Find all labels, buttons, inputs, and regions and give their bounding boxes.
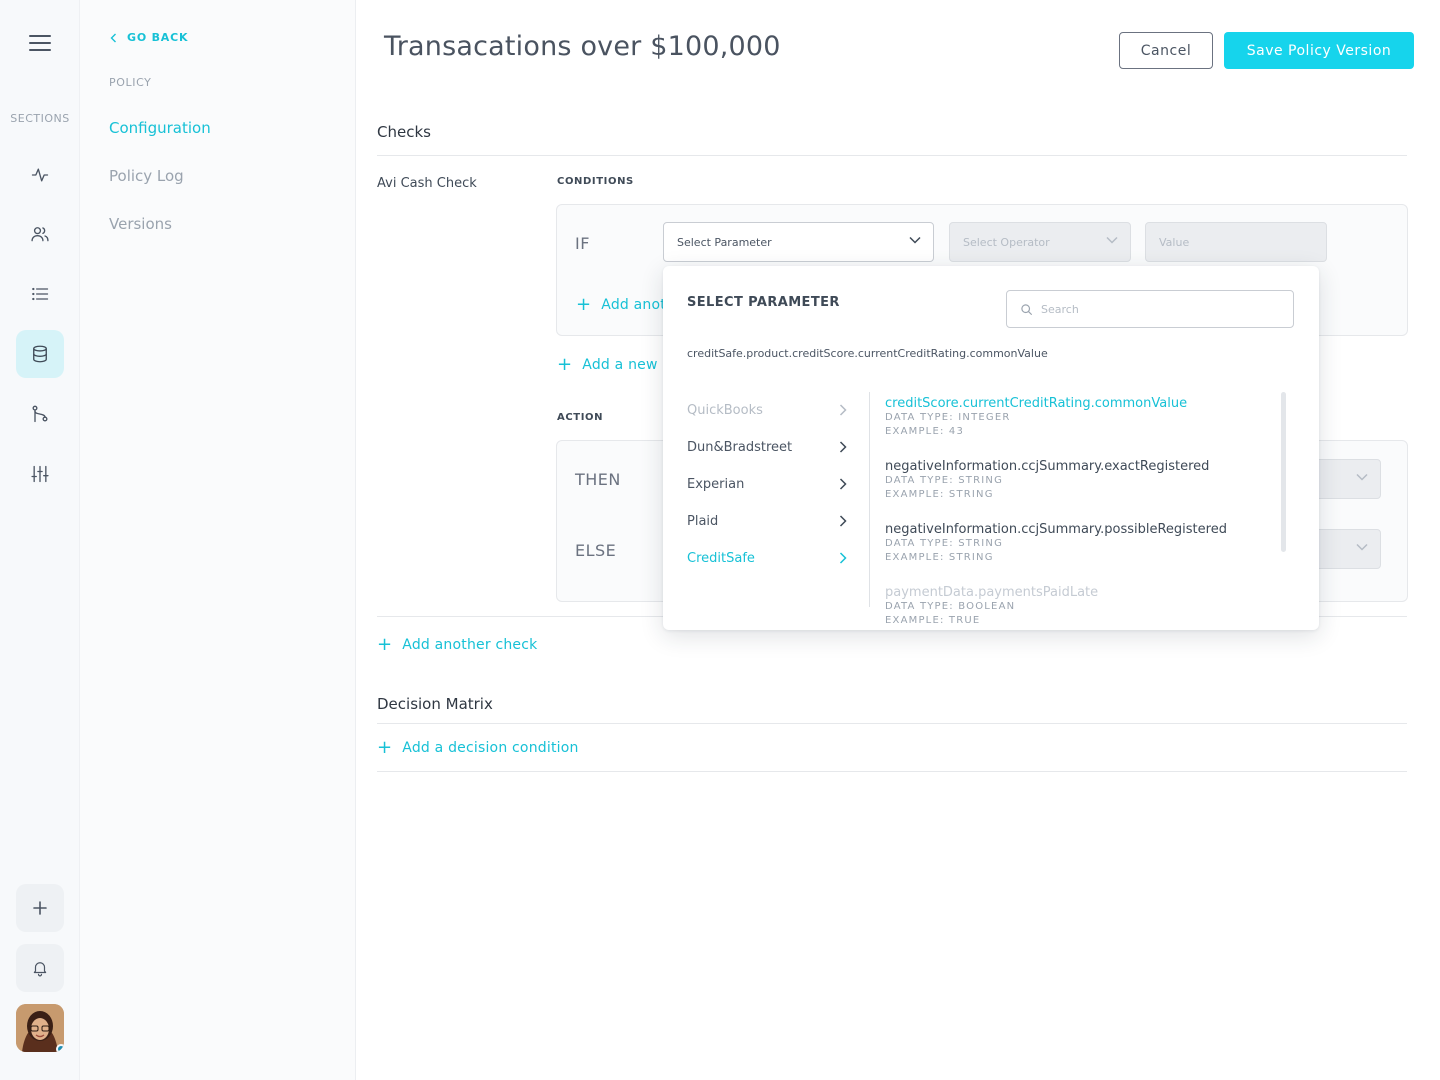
else-keyword: ELSE <box>575 541 617 560</box>
sidebar-item-versions[interactable]: Versions <box>109 215 172 233</box>
avatar[interactable] <box>16 1004 64 1052</box>
provider-list: QuickBooks Dun&Bradstreet Experian Plaid… <box>687 392 857 577</box>
checks-section-title: Checks <box>377 123 431 141</box>
go-back-label: GO BACK <box>127 31 189 44</box>
chevron-right-icon <box>839 515 847 527</box>
plus-icon: + <box>557 354 573 375</box>
add-button[interactable] <box>16 884 64 932</box>
provider-label: CreditSafe <box>687 551 755 566</box>
icon-rail: SECTIONS <box>0 0 80 1080</box>
parameter-list: creditScore.currentCreditRating.commonVa… <box>885 396 1275 630</box>
go-back-link[interactable]: GO BACK <box>110 31 188 44</box>
plus-icon: + <box>377 737 393 758</box>
menu-icon[interactable] <box>29 35 51 53</box>
chevron-right-icon <box>839 552 847 564</box>
parameter-item[interactable]: paymentData.paymentsPaidLate DATA TYPE: … <box>885 585 1275 630</box>
chevron-down-icon <box>1356 473 1368 481</box>
value-placeholder: Value <box>1159 235 1190 249</box>
add-another-condition-label: Add anot <box>601 297 666 313</box>
if-keyword: IF <box>575 234 590 253</box>
parameter-name: negativeInformation.ccjSummary.possibleR… <box>885 522 1227 537</box>
provider-item-experian[interactable]: Experian <box>687 466 857 503</box>
parameter-item[interactable]: negativeInformation.ccjSummary.exactRegi… <box>885 459 1275 522</box>
bell-icon[interactable] <box>16 944 64 992</box>
activity-icon[interactable] <box>16 151 64 199</box>
popover-title: SELECT PARAMETER <box>687 295 840 310</box>
provider-label: Experian <box>687 477 745 492</box>
chevron-right-icon <box>839 404 847 416</box>
database-icon[interactable] <box>16 330 64 378</box>
parameter-search-field[interactable] <box>1006 290 1294 328</box>
then-keyword: THEN <box>575 470 621 489</box>
value-input[interactable]: Value <box>1145 222 1327 262</box>
parameter-data-type: DATA TYPE: STRING <box>885 538 1004 549</box>
provider-label: Plaid <box>687 514 719 529</box>
select-operator-label: Select Operator <box>963 235 1050 249</box>
divider <box>377 155 1407 156</box>
chevron-left-icon <box>110 33 116 42</box>
sections-label: SECTIONS <box>10 112 70 125</box>
add-new-condition-group-label: Add a new c <box>582 357 671 373</box>
plus-icon: + <box>377 634 393 655</box>
chevron-right-icon <box>839 478 847 490</box>
plus-icon: + <box>576 294 592 315</box>
provider-label: QuickBooks <box>687 403 763 418</box>
add-another-check-link[interactable]: + Add another check <box>377 636 537 654</box>
search-input[interactable] <box>1041 302 1271 316</box>
parameter-example: EXAMPLE: TRUE <box>885 615 981 626</box>
list-icon[interactable] <box>16 270 64 318</box>
policy-label: POLICY <box>109 76 152 89</box>
provider-item-plaid[interactable]: Plaid <box>687 503 857 540</box>
decision-matrix-title: Decision Matrix <box>377 695 493 713</box>
column-divider <box>869 392 870 607</box>
provider-item-creditsafe[interactable]: CreditSafe <box>687 540 857 577</box>
add-another-check-label: Add another check <box>402 637 538 653</box>
provider-label: Dun&Bradstreet <box>687 440 793 455</box>
chevron-down-icon <box>909 236 921 244</box>
search-icon <box>1021 303 1032 315</box>
select-parameter-popover: SELECT PARAMETER creditSafe.product.cred… <box>663 266 1319 630</box>
save-policy-version-button[interactable]: Save Policy Version <box>1224 32 1414 69</box>
page-title: Transacations over $100,000 <box>384 31 781 62</box>
add-another-condition-link[interactable]: + Add anot <box>576 296 666 314</box>
chevron-down-icon <box>1356 543 1368 551</box>
conditions-label: CONDITIONS <box>557 176 634 187</box>
parameter-example: EXAMPLE: STRING <box>885 489 994 500</box>
selected-parameter-path: creditSafe.product.creditScore.currentCr… <box>687 347 1048 360</box>
git-branch-icon[interactable] <box>16 390 64 438</box>
policy-sidebar: GO BACK POLICY Configuration Policy Log … <box>80 0 356 1080</box>
parameter-data-type: DATA TYPE: INTEGER <box>885 412 1011 423</box>
parameter-example: EXAMPLE: STRING <box>885 552 994 563</box>
parameter-example: EXAMPLE: 43 <box>885 426 965 437</box>
add-decision-condition-label: Add a decision condition <box>402 740 579 756</box>
parameter-item[interactable]: negativeInformation.ccjSummary.possibleR… <box>885 522 1275 585</box>
select-operator-dropdown[interactable]: Select Operator <box>949 222 1131 262</box>
check-name: Avi Cash Check <box>377 176 477 191</box>
add-new-condition-group-link[interactable]: + Add a new c <box>557 356 670 374</box>
cancel-button[interactable]: Cancel <box>1119 32 1213 69</box>
divider <box>377 723 1407 724</box>
parameter-data-type: DATA TYPE: STRING <box>885 475 1004 486</box>
users-icon[interactable] <box>16 210 64 258</box>
sidebar-item-policy-log[interactable]: Policy Log <box>109 167 184 185</box>
parameter-name: paymentData.paymentsPaidLate <box>885 585 1099 600</box>
parameter-list-scrollbar[interactable] <box>1281 392 1286 552</box>
sidebar-item-configuration[interactable]: Configuration <box>109 119 211 137</box>
provider-item-dun-bradstreet[interactable]: Dun&Bradstreet <box>687 429 857 466</box>
parameter-item[interactable]: creditScore.currentCreditRating.commonVa… <box>885 396 1275 459</box>
parameter-data-type: DATA TYPE: BOOLEAN <box>885 601 1016 612</box>
divider <box>377 771 1407 772</box>
add-decision-condition-link[interactable]: + Add a decision condition <box>377 739 579 757</box>
select-parameter-dropdown[interactable]: Select Parameter <box>663 222 934 262</box>
sliders-icon[interactable] <box>16 450 64 498</box>
chevron-right-icon <box>839 441 847 453</box>
action-label: ACTION <box>557 412 604 423</box>
chevron-down-icon <box>1106 236 1118 244</box>
parameter-name: negativeInformation.ccjSummary.exactRegi… <box>885 459 1210 474</box>
parameter-name: creditScore.currentCreditRating.commonVa… <box>885 396 1188 411</box>
provider-item-quickbooks[interactable]: QuickBooks <box>687 392 857 429</box>
select-parameter-label: Select Parameter <box>677 235 772 249</box>
online-status-dot <box>56 1044 64 1052</box>
